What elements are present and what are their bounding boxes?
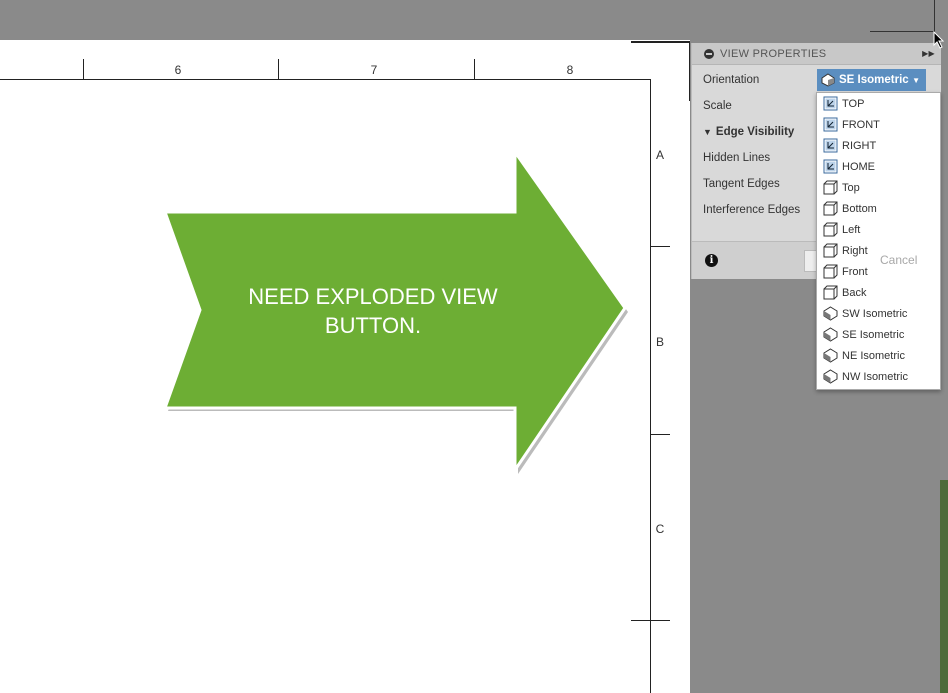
orientation-dropdown[interactable]: SE Isometric ▼ [817, 69, 926, 91]
menu-item-label: FRONT [842, 118, 880, 131]
crosshair [934, 0, 935, 32]
menu-item-label: Front [842, 265, 868, 278]
cursor-icon [933, 31, 945, 49]
menu-item-top[interactable]: TOP [817, 93, 940, 114]
menu-item-se-isometric[interactable]: SE Isometric [817, 324, 940, 345]
cube-icon [823, 201, 842, 216]
menu-item-label: Right [842, 244, 868, 257]
menu-item-label: Back [842, 286, 867, 299]
named-view-icon [823, 117, 842, 132]
expand-icon[interactable]: ▶▶ [922, 49, 935, 58]
menu-item-ne-isometric[interactable]: NE Isometric [817, 345, 940, 366]
menu-item-top[interactable]: Top [817, 177, 940, 198]
menu-item-right[interactable]: Right [817, 240, 940, 261]
menu-item-home[interactable]: HOME [817, 156, 940, 177]
menu-item-right[interactable]: RIGHT [817, 135, 940, 156]
panel-header[interactable]: VIEW PROPERTIES ▶▶ [692, 43, 941, 65]
menu-item-sw-isometric[interactable]: SW Isometric [817, 303, 940, 324]
menu-item-bottom[interactable]: Bottom [817, 198, 940, 219]
callout-text: NEED EXPLODED VIEW BUTTON. [200, 282, 546, 340]
scale-label: Scale [703, 100, 732, 112]
named-view-icon [823, 96, 842, 111]
cube-icon [823, 264, 842, 279]
iso-icon [823, 306, 842, 321]
crosshair [870, 31, 935, 32]
info-icon[interactable]: i [705, 254, 718, 267]
menu-item-label: NW Isometric [842, 370, 908, 383]
chevron-down-icon: ▼ [912, 75, 920, 85]
menu-item-front[interactable]: FRONT [817, 114, 940, 135]
callout-line: NEED EXPLODED VIEW [248, 284, 498, 309]
menu-item-label: Bottom [842, 202, 877, 215]
menu-item-label: HOME [842, 160, 875, 173]
edge-visibility-label: Edge Visibility [715, 126, 795, 138]
triangle-down-icon: ▼ [703, 127, 712, 137]
menu-item-label: SE Isometric [842, 328, 905, 341]
panel-title: VIEW PROPERTIES [720, 47, 827, 60]
iso-icon [823, 348, 842, 363]
menu-item-left[interactable]: Left [817, 219, 940, 240]
orientation-label: Orientation [703, 74, 760, 86]
collapse-icon[interactable] [704, 48, 714, 59]
cube-icon [823, 222, 842, 237]
cube-icon [823, 285, 842, 300]
iso-icon [823, 327, 842, 342]
menu-item-front[interactable]: Front [817, 261, 940, 282]
menu-item-label: TOP [842, 97, 865, 110]
menu-item-label: RIGHT [842, 139, 877, 152]
menu-item-label: Top [842, 181, 860, 194]
menu-item-label: Left [842, 223, 861, 236]
named-view-icon [823, 138, 842, 153]
menu-item-back[interactable]: Back [817, 282, 940, 303]
edge-visibility-group[interactable]: ▼ Edge Visibility [703, 126, 794, 138]
cube-icon [823, 243, 842, 258]
named-view-icon [823, 159, 842, 174]
iso-view-icon [821, 73, 835, 87]
tangent-edges-label: Tangent Edges [703, 178, 780, 190]
interference-edges-label: Interference Edges [703, 204, 801, 216]
menu-item-nw-isometric[interactable]: NW Isometric [817, 366, 940, 387]
menu-item-label: NE Isometric [842, 349, 905, 362]
menu-item-label: SW Isometric [842, 307, 908, 320]
cancel-button[interactable]: Cancel [880, 253, 917, 267]
iso-icon [823, 369, 842, 384]
orientation-menu: TOP FRONT RIGHT HOME Top Bottom Left Right Front… [816, 92, 941, 390]
callout-line: BUTTON. [324, 313, 422, 338]
callout-arrow [162, 147, 628, 475]
cube-icon [823, 180, 842, 195]
hidden-lines-label: Hidden Lines [703, 152, 771, 164]
background-window-edge [940, 480, 948, 693]
orientation-value: SE Isometric [839, 74, 909, 86]
